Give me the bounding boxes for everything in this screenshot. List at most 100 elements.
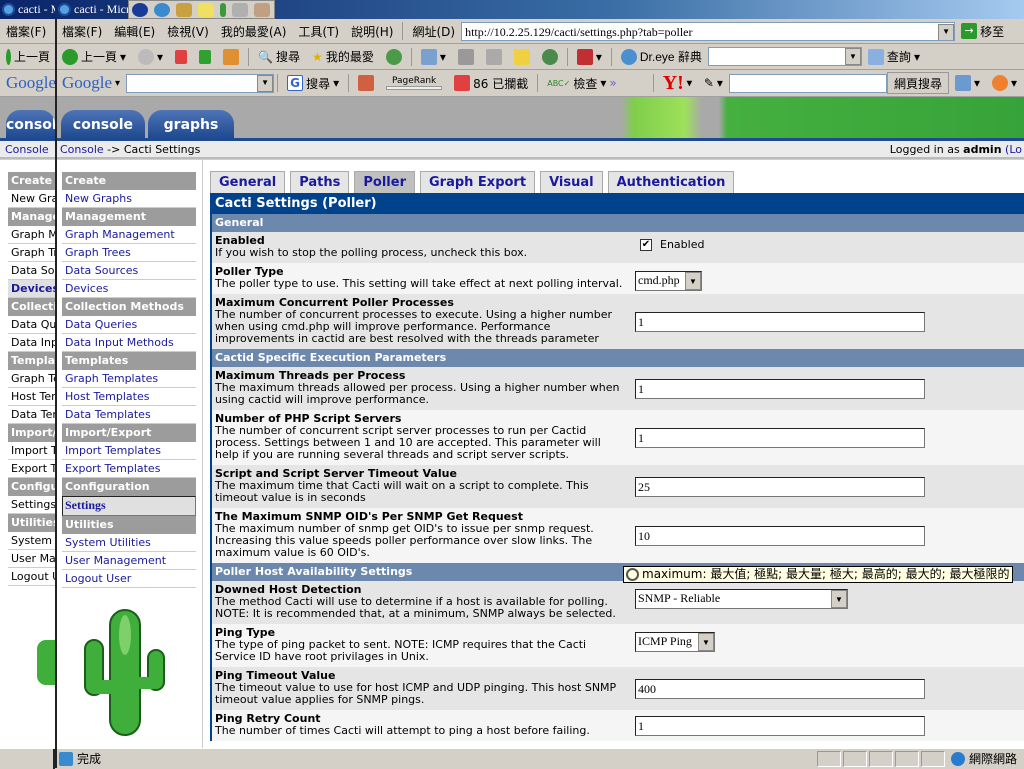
note-icon[interactable]	[198, 2, 214, 17]
forward-button[interactable]: ▾	[132, 48, 169, 65]
dreye-input[interactable]: ▼	[707, 47, 862, 66]
pdf-button[interactable]: ▾	[571, 48, 608, 65]
menu-edit[interactable]: 編輯(E)	[108, 23, 161, 40]
go-button[interactable]: → 移至	[955, 23, 1010, 40]
media-icon[interactable]	[132, 2, 148, 17]
tab-poller[interactable]: Poller	[354, 171, 415, 193]
refresh-button[interactable]	[193, 49, 217, 64]
setting-input[interactable]: 400	[635, 678, 925, 699]
setting-select[interactable]: SNMP - Reliable ▼	[635, 589, 848, 609]
breadcrumb-console-bg[interactable]: Console	[5, 141, 49, 158]
setting-input[interactable]: 1	[635, 715, 925, 736]
menu-favorites[interactable]: 我的最愛(A)	[215, 23, 293, 40]
history-button[interactable]	[380, 48, 408, 65]
back-button-bg[interactable]: 上一頁	[0, 48, 56, 65]
sidebar-item-user-management[interactable]: User Management	[8, 550, 55, 568]
sidebar-item-user-management[interactable]: User Management	[62, 552, 196, 570]
menu-file[interactable]: 檔案(F)	[56, 23, 108, 40]
sidebar-item-host-templates[interactable]: Host Templates	[8, 388, 55, 406]
google-search-input[interactable]: ▼	[126, 73, 275, 93]
sidebar-item-graph-templates[interactable]: Graph Templates	[8, 370, 55, 388]
search-button[interactable]: 🔍 搜尋	[252, 48, 306, 65]
yahoo-logo[interactable]: Y! ▾	[657, 72, 698, 95]
favorites-button[interactable]: ★ 我的最愛	[306, 48, 380, 65]
chevron-down-icon[interactable]: ▼	[844, 48, 861, 65]
google-logo-bg[interactable]: Google	[0, 73, 56, 93]
sidebar-item-data-queries[interactable]: Data Queries	[8, 316, 55, 334]
sidebar-item-export-templates[interactable]: Export Templates	[8, 460, 55, 478]
print-button[interactable]	[452, 48, 480, 65]
sidebar-item-settings[interactable]: Settings	[62, 496, 196, 516]
stop-button[interactable]	[169, 49, 193, 64]
tab-general[interactable]: General	[210, 171, 286, 193]
messenger-button[interactable]	[536, 48, 564, 65]
setting-input[interactable]: 1	[635, 378, 925, 399]
menu-tools[interactable]: 工具(T)	[292, 23, 345, 40]
edit-button[interactable]	[480, 48, 508, 65]
chevron-down-icon[interactable]: ▼	[698, 633, 714, 651]
tab-graphs[interactable]: graphs	[148, 110, 234, 138]
sidebar-item-graph-management[interactable]: Graph Management	[8, 226, 55, 244]
sidebar-item-new-graphs[interactable]: New Graphs	[62, 190, 196, 208]
sidebar-item-data-input-methods[interactable]: Data Input Methods	[8, 334, 55, 352]
folder-icon[interactable]	[176, 2, 192, 17]
mail-button[interactable]: ▾	[415, 48, 452, 65]
menu-view[interactable]: 檢視(V)	[161, 23, 215, 40]
logout-link[interactable]: (Lo	[1002, 143, 1022, 156]
sidebar-item-devices[interactable]: Devices	[8, 280, 55, 298]
layout-button[interactable]: ▾	[949, 75, 986, 91]
sidebar-item-export-templates[interactable]: Export Templates	[62, 460, 196, 478]
dreye-button[interactable]: Dr.eye 辭典	[615, 48, 708, 65]
spellcheck-button[interactable]: ABC✓ 檢查 ▾ »	[541, 75, 623, 92]
window-tab[interactable]: cacti - Micr	[56, 1, 128, 18]
sidebar-item-devices[interactable]: Devices	[62, 280, 196, 298]
tab-console-bg[interactable]: console	[6, 110, 55, 138]
google-search-button[interactable]: G 搜尋 ▾	[281, 75, 345, 92]
pencil-button[interactable]: ✎ ▾	[698, 76, 729, 90]
sidebar-item-system-utilities[interactable]: System Utilities	[8, 532, 55, 550]
note-button[interactable]	[508, 48, 536, 65]
chevron-down-icon[interactable]: ▼	[831, 590, 847, 608]
setting-input[interactable]: 1	[635, 311, 925, 332]
tab-visual[interactable]: Visual	[540, 171, 603, 193]
sidebar-item-logout-user[interactable]: Logout User	[62, 570, 196, 588]
setting-input[interactable]: 25	[635, 476, 925, 497]
sidebar-item-import-templates[interactable]: Import Templates	[8, 442, 55, 460]
sidebar-item-data-sources[interactable]: Data Sources	[8, 262, 55, 280]
sidebar-item-data-queries[interactable]: Data Queries	[62, 316, 196, 334]
sidebar-item-graph-trees[interactable]: Graph Trees	[62, 244, 196, 262]
google-logo[interactable]: Google ▾	[56, 73, 126, 93]
address-bar[interactable]: http://10.2.25.129/cacti/settings.php?ta…	[461, 21, 956, 41]
sidebar-item-new-graphs[interactable]: New Graphs	[8, 190, 55, 208]
back-button[interactable]: 上一頁 ▾	[56, 48, 132, 65]
chevron-down-icon[interactable]: ▼	[685, 272, 701, 290]
setting-input[interactable]: 10	[635, 525, 925, 546]
sidebar-item-data-input-methods[interactable]: Data Input Methods	[62, 334, 196, 352]
window-tab[interactable]: cacti - M	[0, 1, 55, 18]
sidebar-item-data-sources[interactable]: Data Sources	[62, 262, 196, 280]
tab-graph-export[interactable]: Graph Export	[419, 171, 536, 193]
sidebar-item-data-templates[interactable]: Data Templates	[8, 406, 55, 424]
sidebar-item-graph-management[interactable]: Graph Management	[62, 226, 196, 244]
setting-select[interactable]: cmd.php ▼	[635, 271, 702, 291]
menu-help[interactable]: 說明(H)	[345, 23, 399, 40]
enabled-checkbox[interactable]: ✔ Enabled	[640, 239, 704, 251]
sidebar-item-logout-user[interactable]: Logout User	[8, 568, 55, 586]
tab-paths[interactable]: Paths	[290, 171, 350, 193]
sidebar-item-data-templates[interactable]: Data Templates	[62, 406, 196, 424]
yahoo-search-input[interactable]	[728, 73, 887, 93]
chevron-down-icon[interactable]: ▼	[938, 23, 955, 40]
pen-icon[interactable]	[220, 2, 226, 17]
popup-blocker[interactable]: 86 已攔截	[448, 75, 534, 92]
sidebar-item-import-templates[interactable]: Import Templates	[62, 442, 196, 460]
sidebar-item-system-utilities[interactable]: System Utilities	[62, 534, 196, 552]
setting-input[interactable]: 1	[635, 427, 925, 448]
setting-select[interactable]: ICMP Ping ▼	[635, 632, 715, 652]
web-search-button[interactable]: 網頁搜尋	[886, 72, 949, 94]
sidebar-item-settings[interactable]: Settings	[8, 496, 55, 514]
breadcrumb-console[interactable]: Console	[60, 143, 104, 156]
target-button[interactable]: ▾	[986, 75, 1023, 91]
app-icon[interactable]	[254, 2, 270, 17]
tab-console[interactable]: console	[61, 110, 145, 138]
home-button[interactable]	[217, 48, 245, 65]
